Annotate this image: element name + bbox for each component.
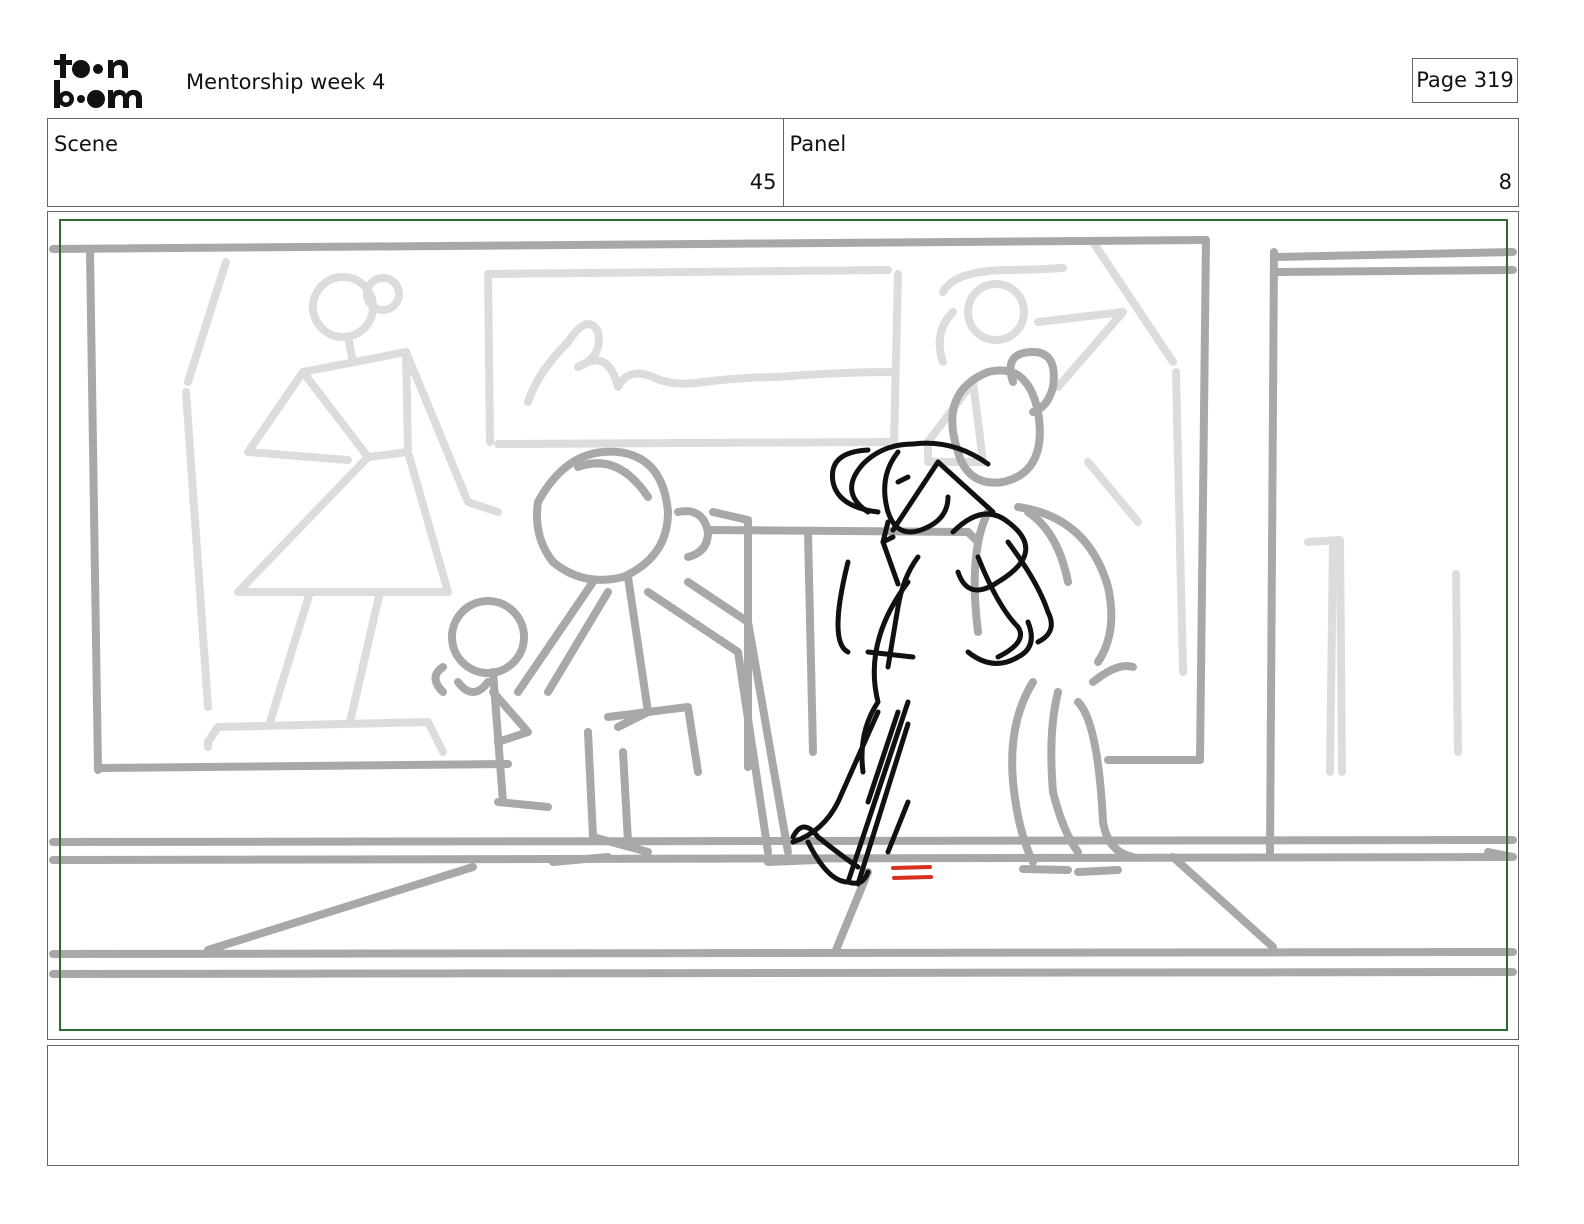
toon-boom-logo bbox=[54, 54, 142, 108]
panel-cell: Panel 8 bbox=[782, 119, 1519, 206]
page-number: Page 319 bbox=[1412, 58, 1518, 103]
panel-label: Panel bbox=[789, 132, 847, 156]
camera-safe-frame bbox=[59, 219, 1508, 1031]
scene-value: 45 bbox=[749, 170, 777, 194]
panel-notes-box bbox=[47, 1045, 1519, 1166]
panel-value: 8 bbox=[1498, 170, 1512, 194]
scene-label: Scene bbox=[54, 132, 119, 156]
scene-panel-info: Scene 45 Panel 8 bbox=[47, 118, 1519, 207]
scene-cell: Scene 45 bbox=[48, 119, 783, 206]
document-title: Mentorship week 4 bbox=[186, 70, 386, 94]
